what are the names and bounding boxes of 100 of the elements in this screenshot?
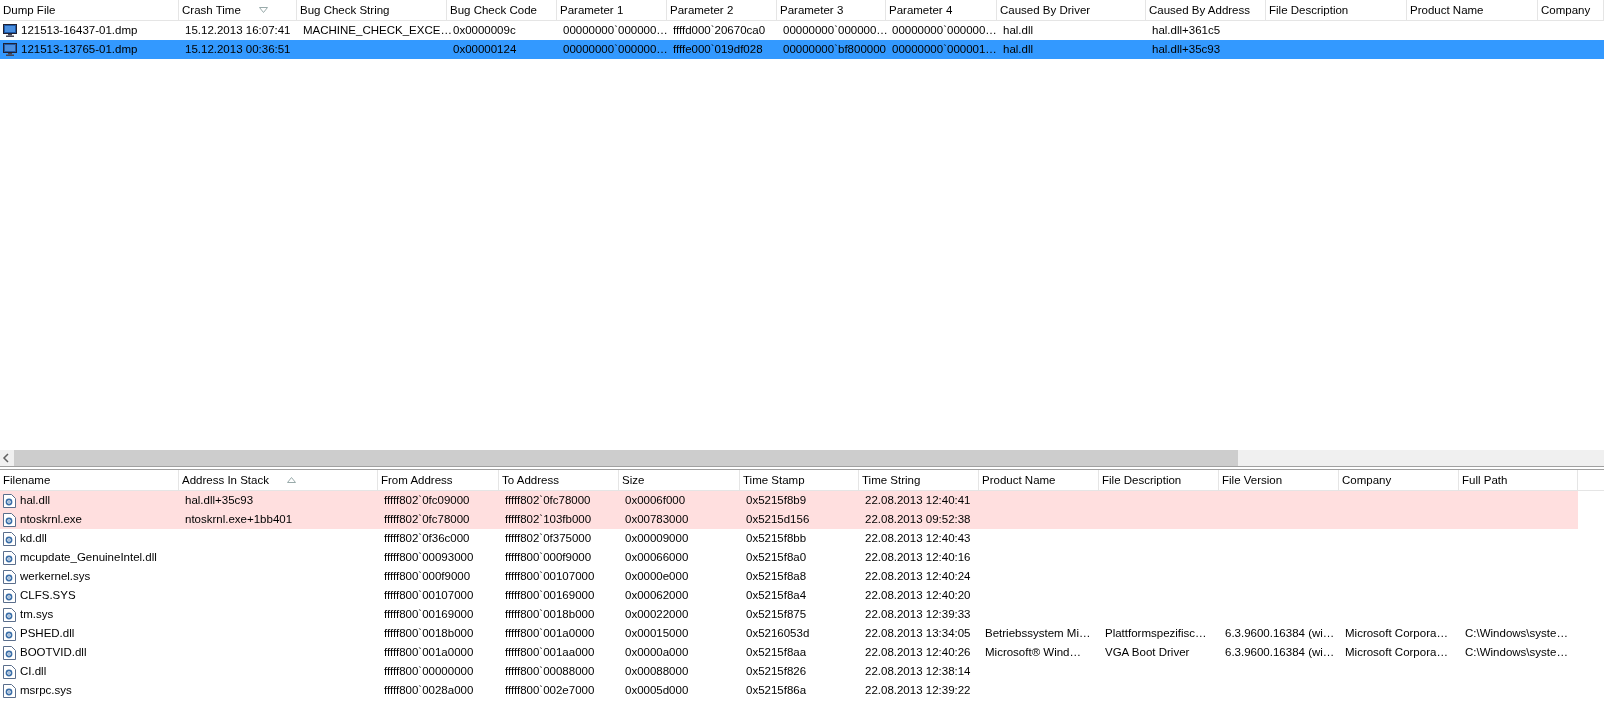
monitor-icon: [3, 24, 17, 37]
table-cell-text: fffff800`0018b000: [504, 607, 596, 622]
table-cell-text: fffff800`001aa000: [504, 645, 596, 660]
table-cell-text: 0x5215f8a0: [745, 550, 808, 565]
column-header[interactable]: Company: [1541, 4, 1591, 16]
column-header[interactable]: Parameter 3: [780, 4, 844, 16]
table-row[interactable]: CI.dll fffff800`00000000 fffff800`00088000 0x00088000 0x5215f826 22.08.2013 12:38:14: [0, 662, 1604, 681]
table-cell-text: 0x00009000: [624, 531, 690, 546]
table-cell-text: 00000000`000000…: [782, 23, 886, 38]
table-cell-text: Microsoft® Wind…: [984, 645, 1082, 660]
table-cell-text: 0x00062000: [624, 588, 690, 603]
column-header[interactable]: Caused By Driver: [1000, 4, 1091, 16]
column-header[interactable]: Full Path: [1462, 474, 1508, 486]
table-cell-text: 15.12.2013 00:36:51: [184, 42, 292, 57]
column-header[interactable]: Address In Stack: [182, 474, 269, 486]
file-name: msrpc.sys: [20, 683, 72, 698]
table-cell-text: 0x0005d000: [624, 683, 690, 698]
file-gear-icon: [3, 493, 16, 508]
column-header[interactable]: Product Name: [982, 474, 1056, 486]
table-cell-text: 00000000`000000…: [562, 23, 667, 38]
column-header[interactable]: Parameter 1: [560, 4, 624, 16]
table-cell-text: 0x5215f826: [745, 664, 808, 679]
table-row[interactable]: 121513-13765-01.dmp 15.12.2013 00:36:51 0x00000124 00000000`000000… ffffe000`019df028 00000000`bf800000 00000000`000001… hal.dll hal.dll+35c93: [0, 40, 1604, 59]
column-header[interactable]: Size: [622, 474, 645, 486]
table-cell-text: 00000000`000000…: [562, 42, 667, 57]
table-row[interactable]: werkernel.sys fffff800`000f9000 fffff800`00107000 0x0000e000 0x5215f8a8 22.08.2013 12:40:24: [0, 567, 1604, 586]
table-cell-text: 22.08.2013 12:39:33: [864, 607, 972, 622]
column-header[interactable]: Filename: [3, 474, 51, 486]
table-cell-text: 0x5215f8b9: [745, 493, 808, 508]
table-row[interactable]: kd.dll fffff802`0f36c000 fffff802`0f375000 0x00009000 0x5215f8bb 22.08.2013 12:40:43: [0, 529, 1604, 548]
table-cell-text: hal.dll: [1002, 42, 1035, 57]
table-cell-text: fffff800`0018b000: [383, 626, 475, 641]
table-cell-text: 0x5215f8bb: [745, 531, 808, 546]
table-cell-text: fffff800`00169000: [504, 588, 596, 603]
table-row[interactable]: BOOTVID.dll fffff800`001a0000 fffff800`001aa000 0x0000a000 0x5215f8aa 22.08.2013 12:40:26 Microsoft® Wind… VGA Boot Driver 6.3.9600.16384 (wi… Microsoft Corpora… C:\Windows\syste…: [0, 643, 1604, 662]
table-cell-text: C:\Windows\syste…: [1464, 626, 1569, 641]
file-name: CI.dll: [20, 664, 47, 679]
file-gear-icon: [3, 569, 16, 584]
table-cell-text: 0x00015000: [624, 626, 690, 641]
table-cell-text: 22.08.2013 12:38:14: [864, 664, 972, 679]
column-header[interactable]: Parameter 2: [670, 4, 734, 16]
table-row[interactable]: 121513-16437-01.dmp 15.12.2013 16:07:41 MACHINE_CHECK_EXCE…0x0000009c 00000000`000000… ffffd000`20670ca0 00000000`000000… 00000000`000000… hal.dll hal.dll+361c5: [0, 21, 1604, 40]
table-cell-text: fffff800`000f9000: [504, 550, 593, 565]
horizontal-scrollbar[interactable]: [0, 450, 1604, 466]
column-header[interactable]: Parameter 4: [889, 4, 953, 16]
table-cell-text: fffff800`00107000: [383, 588, 475, 603]
column-header[interactable]: File Description: [1269, 4, 1349, 16]
column-header[interactable]: To Address: [502, 474, 559, 486]
column-header[interactable]: Bug Check String: [300, 4, 390, 16]
table-cell-text: 6.3.9600.16384 (wi…: [1224, 645, 1336, 660]
table-cell-text: fffff800`001a0000: [504, 626, 596, 641]
table-cell-text: fffff802`0fc78000: [383, 512, 471, 527]
column-header[interactable]: Dump File: [3, 4, 56, 16]
table-cell-text: 22.08.2013 09:52:38: [864, 512, 972, 527]
table-cell-text: 22.08.2013 12:40:20: [864, 588, 972, 603]
table-cell-text: 22.08.2013 12:40:26: [864, 645, 972, 660]
table-cell-text: 0x00066000: [624, 550, 690, 565]
table-cell-text: fffff802`0f36c000: [383, 531, 471, 546]
file-name: tm.sys: [20, 607, 54, 622]
table-row[interactable]: mcupdate_GenuineIntel.dll fffff800`00093000 fffff800`000f9000 0x00066000 0x5215f8a0 22.08.2013 12:40:16: [0, 548, 1604, 567]
file-name: 121513-13765-01.dmp: [21, 42, 138, 57]
table-cell-text: fffff800`001a0000: [383, 645, 475, 660]
column-header[interactable]: File Version: [1222, 474, 1283, 486]
table-row[interactable]: hal.dll hal.dll+35c93 fffff802`0fc09000 fffff802`0fc78000 0x0006f000 0x5215f8b9 22.08.2013 12:40:41: [0, 491, 1578, 510]
table-cell-text: 0x5215f875: [745, 607, 808, 622]
column-header[interactable]: Product Name: [1410, 4, 1484, 16]
table-cell-text: 0x5215f8a8: [745, 569, 808, 584]
table-cell-text: 0x00088000: [624, 664, 690, 679]
table-row[interactable]: tm.sys fffff800`00169000 fffff800`0018b000 0x00022000 0x5215f875 22.08.2013 12:39:33: [0, 605, 1604, 624]
table-cell-text: fffff802`0fc78000: [504, 493, 592, 508]
file-gear-icon: [3, 531, 16, 546]
column-header[interactable]: Time Stamp: [743, 474, 805, 486]
column-header[interactable]: From Address: [381, 474, 453, 486]
file-gear-icon: [3, 664, 16, 679]
table-cell-text: ffffd000`20670ca0: [672, 23, 767, 38]
table-cell-text: 00000000`bf800000: [782, 42, 886, 57]
table-row[interactable]: CLFS.SYS fffff800`00107000 fffff800`00169000 0x00062000 0x5215f8a4 22.08.2013 12:40:20: [0, 586, 1604, 605]
table-cell-text: hal.dll: [1002, 23, 1035, 38]
table-row[interactable]: ntoskrnl.exe ntoskrnl.exe+1bb401 fffff802`0fc78000 fffff802`103fb000 0x00783000 0x5215d156 22.08.2013 09:52:38: [0, 510, 1578, 529]
table-cell-text: Microsoft Corpora…: [1344, 645, 1449, 660]
table-cell-text: fffff802`0fc09000: [383, 493, 471, 508]
table-cell-text: 15.12.2013 16:07:41: [184, 23, 292, 38]
table-row[interactable]: msrpc.sys fffff800`0028a000 fffff800`002e7000 0x0005d000 0x5215f86a 22.08.2013 12:39:22: [0, 681, 1604, 700]
table-cell-text: 22.08.2013 12:40:16: [864, 550, 972, 565]
file-name: CLFS.SYS: [20, 588, 76, 603]
column-header[interactable]: Crash Time: [182, 4, 241, 16]
file-name: kd.dll: [20, 531, 47, 546]
scrollbar-thumb[interactable]: [14, 450, 1238, 466]
column-header[interactable]: Bug Check Code: [450, 4, 537, 16]
table-cell-text: 0x5215f8aa: [745, 645, 808, 660]
column-header[interactable]: Company: [1342, 474, 1392, 486]
column-header[interactable]: Caused By Address: [1149, 4, 1250, 16]
column-header[interactable]: Time String: [862, 474, 921, 486]
table-row[interactable]: PSHED.dll fffff800`0018b000 fffff800`001a0000 0x00015000 0x5216053d 22.08.2013 13:34:05 Betriebssystem Mi… Plattformspezifisc… 6.3.9600.16384 (wi… Microsoft Corpora… C:\Windows\syste…: [0, 624, 1604, 643]
file-name: 121513-16437-01.dmp: [21, 23, 138, 38]
table-cell-text: ffffe000`019df028: [672, 42, 764, 57]
table-cell-text: 22.08.2013 12:40:24: [864, 569, 972, 584]
table-cell-text: fffff800`000f9000: [383, 569, 472, 584]
table-cell-text: fffff800`0028a000: [383, 683, 475, 698]
column-header[interactable]: File Description: [1102, 474, 1182, 486]
